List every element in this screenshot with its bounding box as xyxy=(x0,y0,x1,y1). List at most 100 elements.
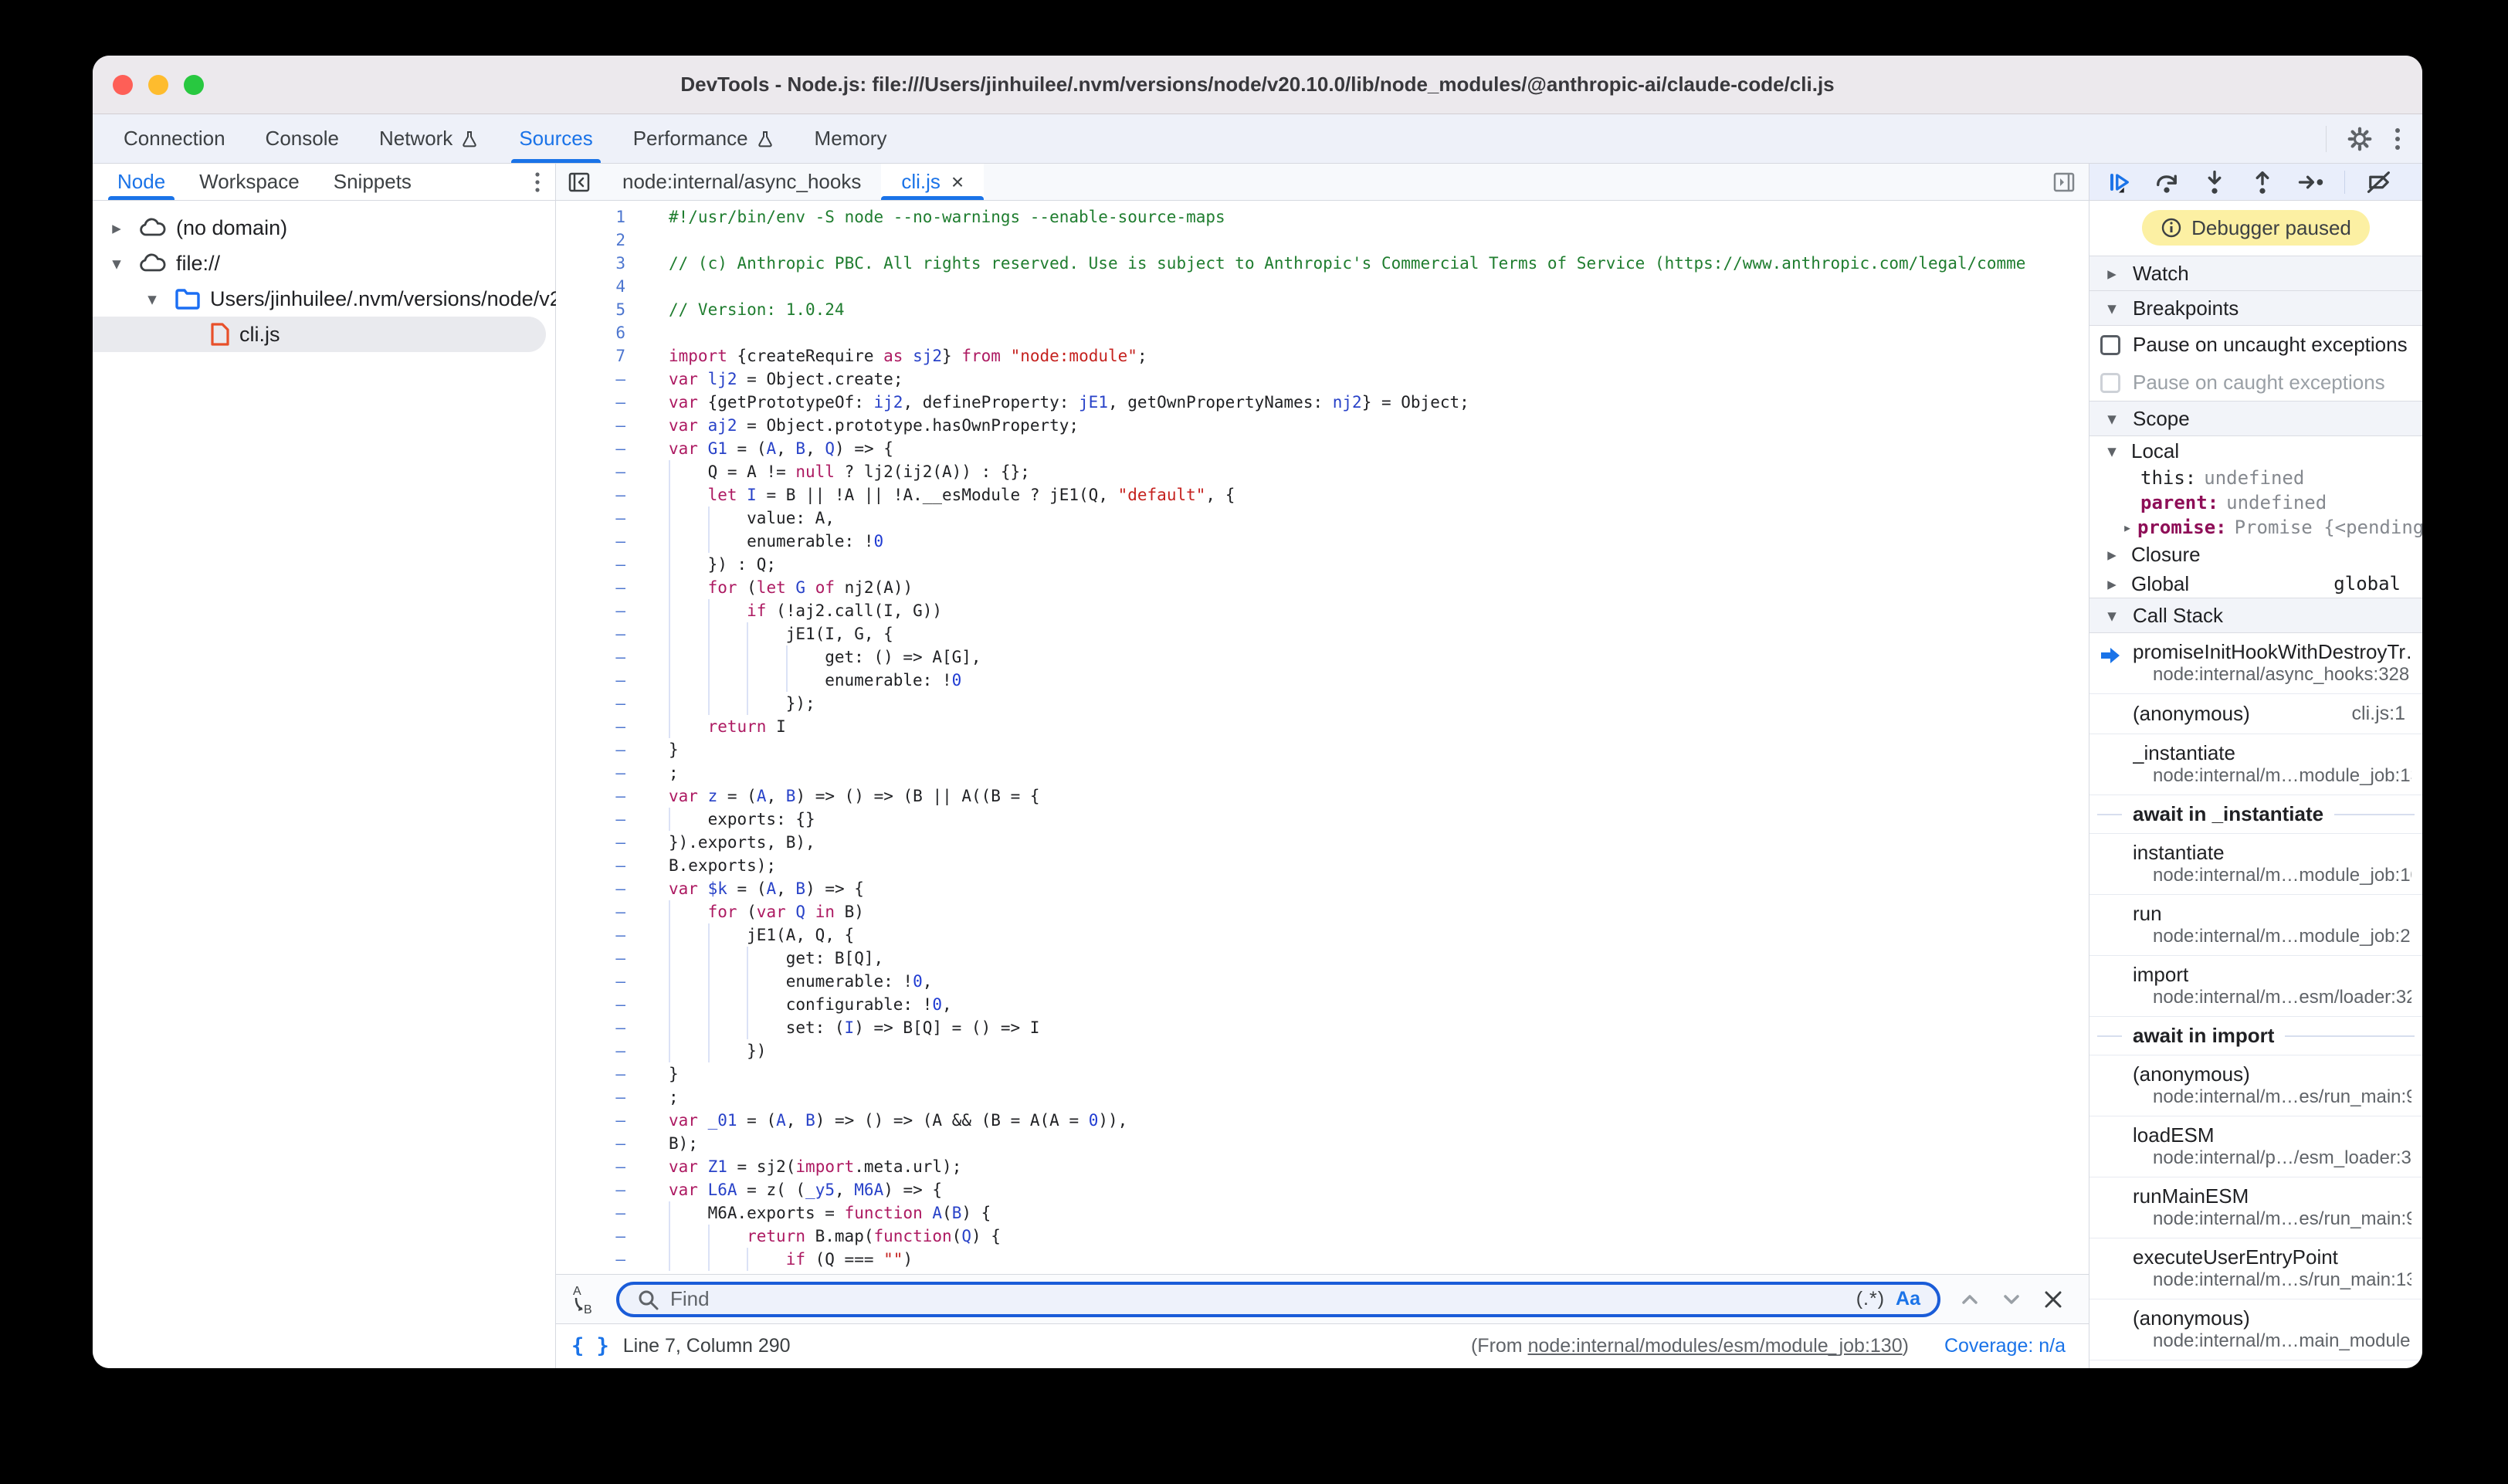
kebab-menu-icon[interactable] xyxy=(2393,126,2402,152)
code-line[interactable]: –var L6A = z( (_y5, M6A) => { xyxy=(556,1178,2089,1201)
line-number[interactable]: – xyxy=(556,507,625,530)
line-number[interactable]: – xyxy=(556,1062,625,1086)
zoom-window-button[interactable] xyxy=(184,75,204,95)
close-tab-icon[interactable]: × xyxy=(951,171,964,193)
stack-frame[interactable]: executeUserEntryPointnode:internal/m…s/r… xyxy=(2089,1238,2422,1299)
close-find-icon[interactable] xyxy=(2041,1287,2066,1312)
line-number[interactable]: – xyxy=(556,1039,625,1062)
line-number[interactable]: – xyxy=(556,692,625,715)
line-number[interactable]: – xyxy=(556,483,625,507)
line-number[interactable]: – xyxy=(556,1201,625,1225)
code-line[interactable]: –jE1(I, G, { xyxy=(556,622,2089,645)
code-line[interactable]: –var G1 = (A, B, Q) => { xyxy=(556,437,2089,460)
stack-frame[interactable]: loadESMnode:internal/p…/esm_loader:34 xyxy=(2089,1116,2422,1177)
scope-group-global[interactable]: ▸Globalglobal xyxy=(2089,569,2422,598)
find-input[interactable]: Find (.*) Aa xyxy=(616,1282,1940,1317)
match-case-toggle[interactable]: Aa xyxy=(1896,1288,1920,1310)
code-editor[interactable]: 1#!/usr/bin/env -S node --no-warnings --… xyxy=(556,201,2089,1274)
line-number[interactable]: – xyxy=(556,645,625,669)
code-line[interactable]: –Q = A != null ? lj2(ij2(A)) : {}; xyxy=(556,460,2089,483)
line-number[interactable]: – xyxy=(556,669,625,692)
code-line[interactable]: –; xyxy=(556,1086,2089,1109)
code-line[interactable]: –M6A.exports = function A(B) { xyxy=(556,1201,2089,1225)
code-line[interactable]: –var {getPrototypeOf: ij2, definePropert… xyxy=(556,391,2089,414)
code-line[interactable]: –var lj2 = Object.create; xyxy=(556,368,2089,391)
line-number[interactable]: – xyxy=(556,900,625,923)
navigator-tab-snippets[interactable]: Snippets xyxy=(317,164,429,200)
resume-button[interactable] xyxy=(2105,168,2133,196)
stack-frame[interactable]: (anonymous)node:internal/m…es/run_main:9… xyxy=(2089,1055,2422,1116)
code-line[interactable]: –enumerable: !0, xyxy=(556,970,2089,993)
line-number[interactable]: – xyxy=(556,808,625,831)
line-number[interactable]: – xyxy=(556,391,625,414)
step-button[interactable] xyxy=(2296,168,2324,196)
stack-frame[interactable]: promiseInitHookWithDestroyTr…node:intern… xyxy=(2089,633,2422,694)
line-number[interactable]: – xyxy=(556,831,625,854)
minimize-window-button[interactable] xyxy=(148,75,168,95)
tree-item-file-[interactable]: ▾file:// xyxy=(93,246,555,281)
code-line[interactable]: –configurable: !0, xyxy=(556,993,2089,1016)
close-window-button[interactable] xyxy=(113,75,133,95)
code-line[interactable]: 4 xyxy=(556,275,2089,298)
code-line[interactable]: –B.exports); xyxy=(556,854,2089,877)
code-line[interactable]: 6 xyxy=(556,321,2089,344)
line-number[interactable]: – xyxy=(556,761,625,784)
line-number[interactable]: – xyxy=(556,715,625,738)
code-line[interactable]: –var Z1 = sj2(import.meta.url); xyxy=(556,1155,2089,1178)
stack-frame[interactable]: runMainESMnode:internal/m…es/run_main:98 xyxy=(2089,1177,2422,1238)
code-line[interactable]: –value: A, xyxy=(556,507,2089,530)
find-replace-toggle-icon[interactable]: AB xyxy=(568,1282,599,1316)
step-out-button[interactable] xyxy=(2249,168,2276,196)
stack-frame[interactable]: importnode:internal/m…esm/loader:329 xyxy=(2089,956,2422,1017)
pause-on-uncaught-row[interactable]: Pause on uncaught exceptions xyxy=(2089,326,2422,364)
pretty-print-icon[interactable]: { } xyxy=(571,1334,609,1358)
scope-property-this[interactable]: this:undefined xyxy=(2089,466,2422,490)
line-number[interactable]: 2 xyxy=(556,229,625,252)
line-number[interactable]: – xyxy=(556,1178,625,1201)
line-number[interactable]: – xyxy=(556,1016,625,1039)
tab-console[interactable]: Console xyxy=(246,114,359,163)
line-number[interactable]: – xyxy=(556,993,625,1016)
line-number[interactable]: – xyxy=(556,576,625,599)
section-breakpoints[interactable]: ▾ Breakpoints xyxy=(2089,290,2422,326)
line-number[interactable]: – xyxy=(556,1132,625,1155)
code-line[interactable]: –get: B[Q], xyxy=(556,947,2089,970)
code-line[interactable]: –return I xyxy=(556,715,2089,738)
code-line[interactable]: –if (Q === "") xyxy=(556,1248,2089,1271)
stack-frame[interactable]: runnode:internal/m…module_job:214 xyxy=(2089,895,2422,956)
source-map-link[interactable]: node:internal/modules/esm/module_job:130 xyxy=(1528,1335,1903,1357)
line-number[interactable]: – xyxy=(556,877,625,900)
tab-sources[interactable]: Sources xyxy=(499,114,612,163)
scope-property-promise[interactable]: ▸promise:Promise {<pending>} xyxy=(2089,515,2422,540)
line-number[interactable]: – xyxy=(556,460,625,483)
step-over-button[interactable] xyxy=(2153,168,2181,196)
code-line[interactable]: 3// (c) Anthropic PBC. All rights reserv… xyxy=(556,252,2089,275)
tree-item-users-jinhuilee-nvm-versions-node-v2-[interactable]: ▾Users/jinhuilee/.nvm/versions/node/v2..… xyxy=(93,281,555,317)
line-number[interactable]: – xyxy=(556,947,625,970)
code-line[interactable]: –var z = (A, B) => () => (B || A((B = { xyxy=(556,784,2089,808)
code-line[interactable]: –if (!aj2.call(I, G)) xyxy=(556,599,2089,622)
tab-performance[interactable]: Performance xyxy=(613,114,795,163)
code-line[interactable]: –}) xyxy=(556,1039,2089,1062)
line-number[interactable]: 3 xyxy=(556,252,625,275)
line-number[interactable]: – xyxy=(556,437,625,460)
code-line[interactable]: 7import {createRequire as sj2} from "nod… xyxy=(556,344,2089,368)
line-number[interactable]: – xyxy=(556,854,625,877)
code-line[interactable]: –; xyxy=(556,761,2089,784)
stack-frame[interactable]: (anonymous)node:internal/m…main_module:2 xyxy=(2089,1299,2422,1360)
tree-item--no-domain-[interactable]: ▸(no domain) xyxy=(93,210,555,246)
section-call-stack[interactable]: ▾ Call Stack xyxy=(2089,598,2422,633)
line-number[interactable]: 4 xyxy=(556,275,625,298)
chevron-right-icon[interactable]: ▸ xyxy=(103,218,130,239)
code-line[interactable]: –B); xyxy=(556,1132,2089,1155)
navigator-tab-node[interactable]: Node xyxy=(100,164,182,200)
code-line[interactable]: 2 xyxy=(556,229,2089,252)
chevron-right-icon[interactable]: ▸ xyxy=(2117,518,2137,537)
line-number[interactable]: – xyxy=(556,553,625,576)
find-next-icon[interactable] xyxy=(1999,1287,2024,1312)
settings-gear-icon[interactable] xyxy=(2347,126,2373,152)
tree-item-cli-js[interactable]: cli.js xyxy=(93,317,546,352)
navigator-kebab-icon[interactable] xyxy=(534,171,541,194)
chevron-down-icon[interactable]: ▾ xyxy=(139,289,165,310)
line-number[interactable]: – xyxy=(556,784,625,808)
